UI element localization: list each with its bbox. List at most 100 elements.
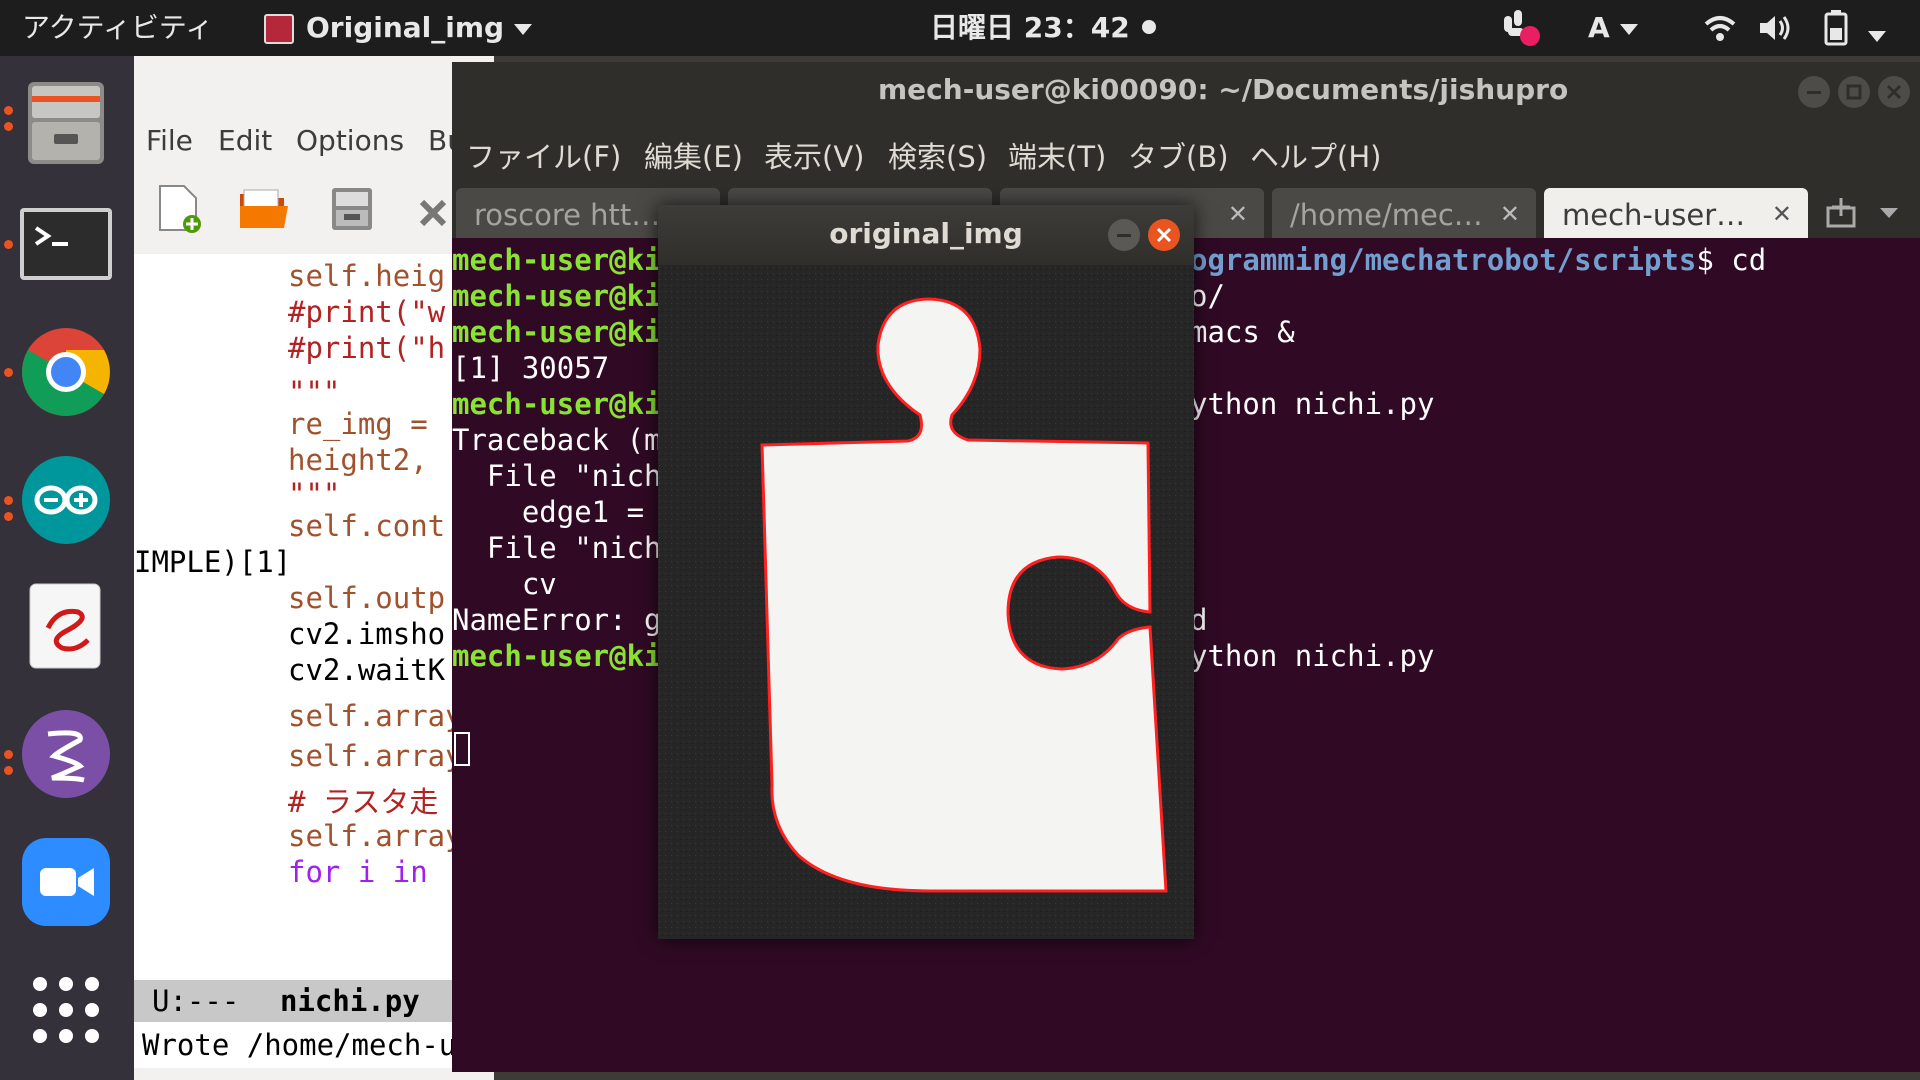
- menu-edit-ja[interactable]: 編集(E): [644, 134, 743, 176]
- tab-close-icon[interactable]: ✕: [1500, 200, 1520, 228]
- volume-icon[interactable]: [1756, 10, 1792, 46]
- running-indicator: [4, 240, 13, 249]
- tab-label: mech-user…: [1562, 198, 1746, 232]
- chevron-down-icon: [1619, 23, 1638, 35]
- indicator-app-icon-svg: [1504, 10, 1540, 46]
- menu-search-ja[interactable]: 検索(S): [888, 134, 987, 176]
- tab-menu-chevron-icon[interactable]: [1880, 208, 1898, 218]
- tab-close-icon[interactable]: ✕: [1228, 200, 1248, 228]
- code-line: #print("w: [288, 295, 446, 329]
- terminal-line: mech-user@ki: [452, 315, 662, 349]
- close-button[interactable]: [1878, 76, 1910, 108]
- system-menu-chevron-icon[interactable]: [1868, 26, 1886, 45]
- terminal-line: edge1 =: [452, 495, 662, 529]
- save-file-icon[interactable]: [330, 186, 374, 232]
- maximize-button[interactable]: [1838, 76, 1870, 108]
- code-line: height2,: [288, 443, 446, 477]
- emacs-icon[interactable]: [18, 706, 114, 802]
- running-indicator: [4, 106, 13, 115]
- menu-edit[interactable]: Edit: [218, 124, 272, 157]
- code-line: """: [288, 477, 341, 511]
- chrome-icon[interactable]: [18, 324, 114, 420]
- menu-file[interactable]: File: [146, 124, 193, 157]
- chevron-down-icon: [514, 23, 533, 35]
- menu-help-ja[interactable]: ヘルプ(H): [1250, 134, 1381, 176]
- code-line: IMPLE)[1]: [134, 545, 292, 579]
- volume-icon-svg: [1760, 16, 1790, 40]
- emacs-modeline: U:--- nichi.py: [134, 980, 454, 1022]
- terminal-line-tail: ogramming/mechatrobot/scripts$ cd: [1190, 243, 1767, 277]
- files-icon[interactable]: [18, 74, 114, 170]
- image-window: original_img: [658, 205, 1194, 939]
- image-canvas[interactable]: [658, 265, 1194, 939]
- running-indicator: [4, 122, 13, 131]
- wifi-icon[interactable]: [1702, 10, 1738, 46]
- activities-button[interactable]: アクティビティ: [22, 11, 213, 45]
- code-line: self.heig: [288, 259, 446, 293]
- open-folder-icon[interactable]: [238, 186, 290, 232]
- terminal-line: mech-user@ki: [452, 243, 662, 277]
- close-icon: [1886, 84, 1902, 100]
- emacs-code-area[interactable]: self.heig #print("w #print("h """ re_img = h…: [134, 254, 454, 982]
- image-window-titlebar[interactable]: original_img: [658, 205, 1194, 265]
- top-panel: アクティビティ Original_img 日曜日 23：42 A: [0, 0, 1920, 56]
- tab-label: roscore htt…: [474, 198, 661, 232]
- code-line: re_img =: [288, 407, 446, 441]
- app-menu[interactable]: Original_img: [306, 11, 533, 45]
- terminal-icon[interactable]: [18, 196, 114, 292]
- menu-options[interactable]: Options: [296, 124, 404, 157]
- close-buffer-icon[interactable]: [418, 198, 448, 228]
- code-line: self.outp: [288, 581, 446, 615]
- chevron-down-icon: [1868, 31, 1886, 42]
- tab-close-icon[interactable]: ✕: [1772, 200, 1792, 228]
- editor-icon[interactable]: [18, 578, 114, 674]
- terminal-line-tail: ython nichi.py: [1190, 387, 1435, 421]
- modeline-status: U:---: [152, 984, 240, 1018]
- new-tab-icon-svg: [1826, 198, 1856, 228]
- input-method-label: A: [1588, 11, 1610, 44]
- tab-label: /home/mec…: [1290, 198, 1483, 232]
- terminal-titlebar[interactable]: mech-user@ki00090: ~/Documents/jishupro: [452, 62, 1920, 122]
- indicator-app-icon[interactable]: [1500, 8, 1544, 48]
- clock[interactable]: 日曜日 23：42: [930, 11, 1130, 45]
- terminal-line: mech-user@ki: [452, 279, 662, 313]
- menu-view-ja[interactable]: 表示(V): [764, 134, 864, 176]
- new-tab-icon[interactable]: [1824, 194, 1860, 230]
- notification-dot-icon: [1142, 20, 1156, 34]
- input-method-indicator[interactable]: A: [1588, 11, 1638, 45]
- new-file-icon[interactable]: [156, 184, 202, 234]
- arduino-icon[interactable]: [18, 452, 114, 548]
- battery-icon[interactable]: [1818, 8, 1854, 48]
- terminal-menubar: ファイル(F) 編集(E) 表示(V) 検索(S) 端末(T) タブ(B) ヘル…: [452, 122, 1920, 182]
- running-indicator: [4, 512, 13, 521]
- terminal-line: cv: [452, 567, 557, 601]
- modeline-filename: nichi.py: [280, 984, 420, 1018]
- minimize-button[interactable]: [1108, 219, 1140, 251]
- terminal-line: [1] 30057: [452, 351, 610, 385]
- terminal-line-tail: ython nichi.py: [1190, 639, 1435, 673]
- emacs-minibuffer[interactable]: Wrote /home/mech-u: [134, 1022, 456, 1068]
- menu-file-ja[interactable]: ファイル(F): [466, 134, 621, 176]
- menu-tabs-ja[interactable]: タブ(B): [1128, 134, 1229, 176]
- emacs-icon-svg: [22, 710, 110, 798]
- terminal-line-tail: o/: [1190, 279, 1225, 313]
- running-indicator: [4, 750, 13, 759]
- zoom-icon[interactable]: [18, 834, 114, 930]
- terminal-line-tail: macs &: [1190, 315, 1295, 349]
- zoom-icon-svg: [22, 838, 110, 926]
- battery-icon-svg: [1824, 10, 1848, 46]
- terminal-tab[interactable]: /home/mec… ✕: [1272, 188, 1536, 238]
- app-icon: [264, 14, 294, 44]
- running-indicator: [4, 496, 13, 505]
- editor-icon-svg: [29, 583, 101, 669]
- running-indicator: [4, 368, 13, 377]
- terminal-tab-active[interactable]: mech-user… ✕: [1544, 188, 1808, 238]
- new-file-icon-svg: [159, 185, 201, 233]
- menu-terminal-ja[interactable]: 端末(T): [1008, 134, 1106, 176]
- minimize-button[interactable]: [1798, 76, 1830, 108]
- files-icon-svg: [28, 82, 104, 164]
- terminal-icon-svg: [20, 208, 112, 280]
- close-button[interactable]: [1148, 219, 1180, 251]
- app-menu-label: Original_img: [306, 11, 505, 44]
- show-apps-icon[interactable]: [18, 962, 114, 1058]
